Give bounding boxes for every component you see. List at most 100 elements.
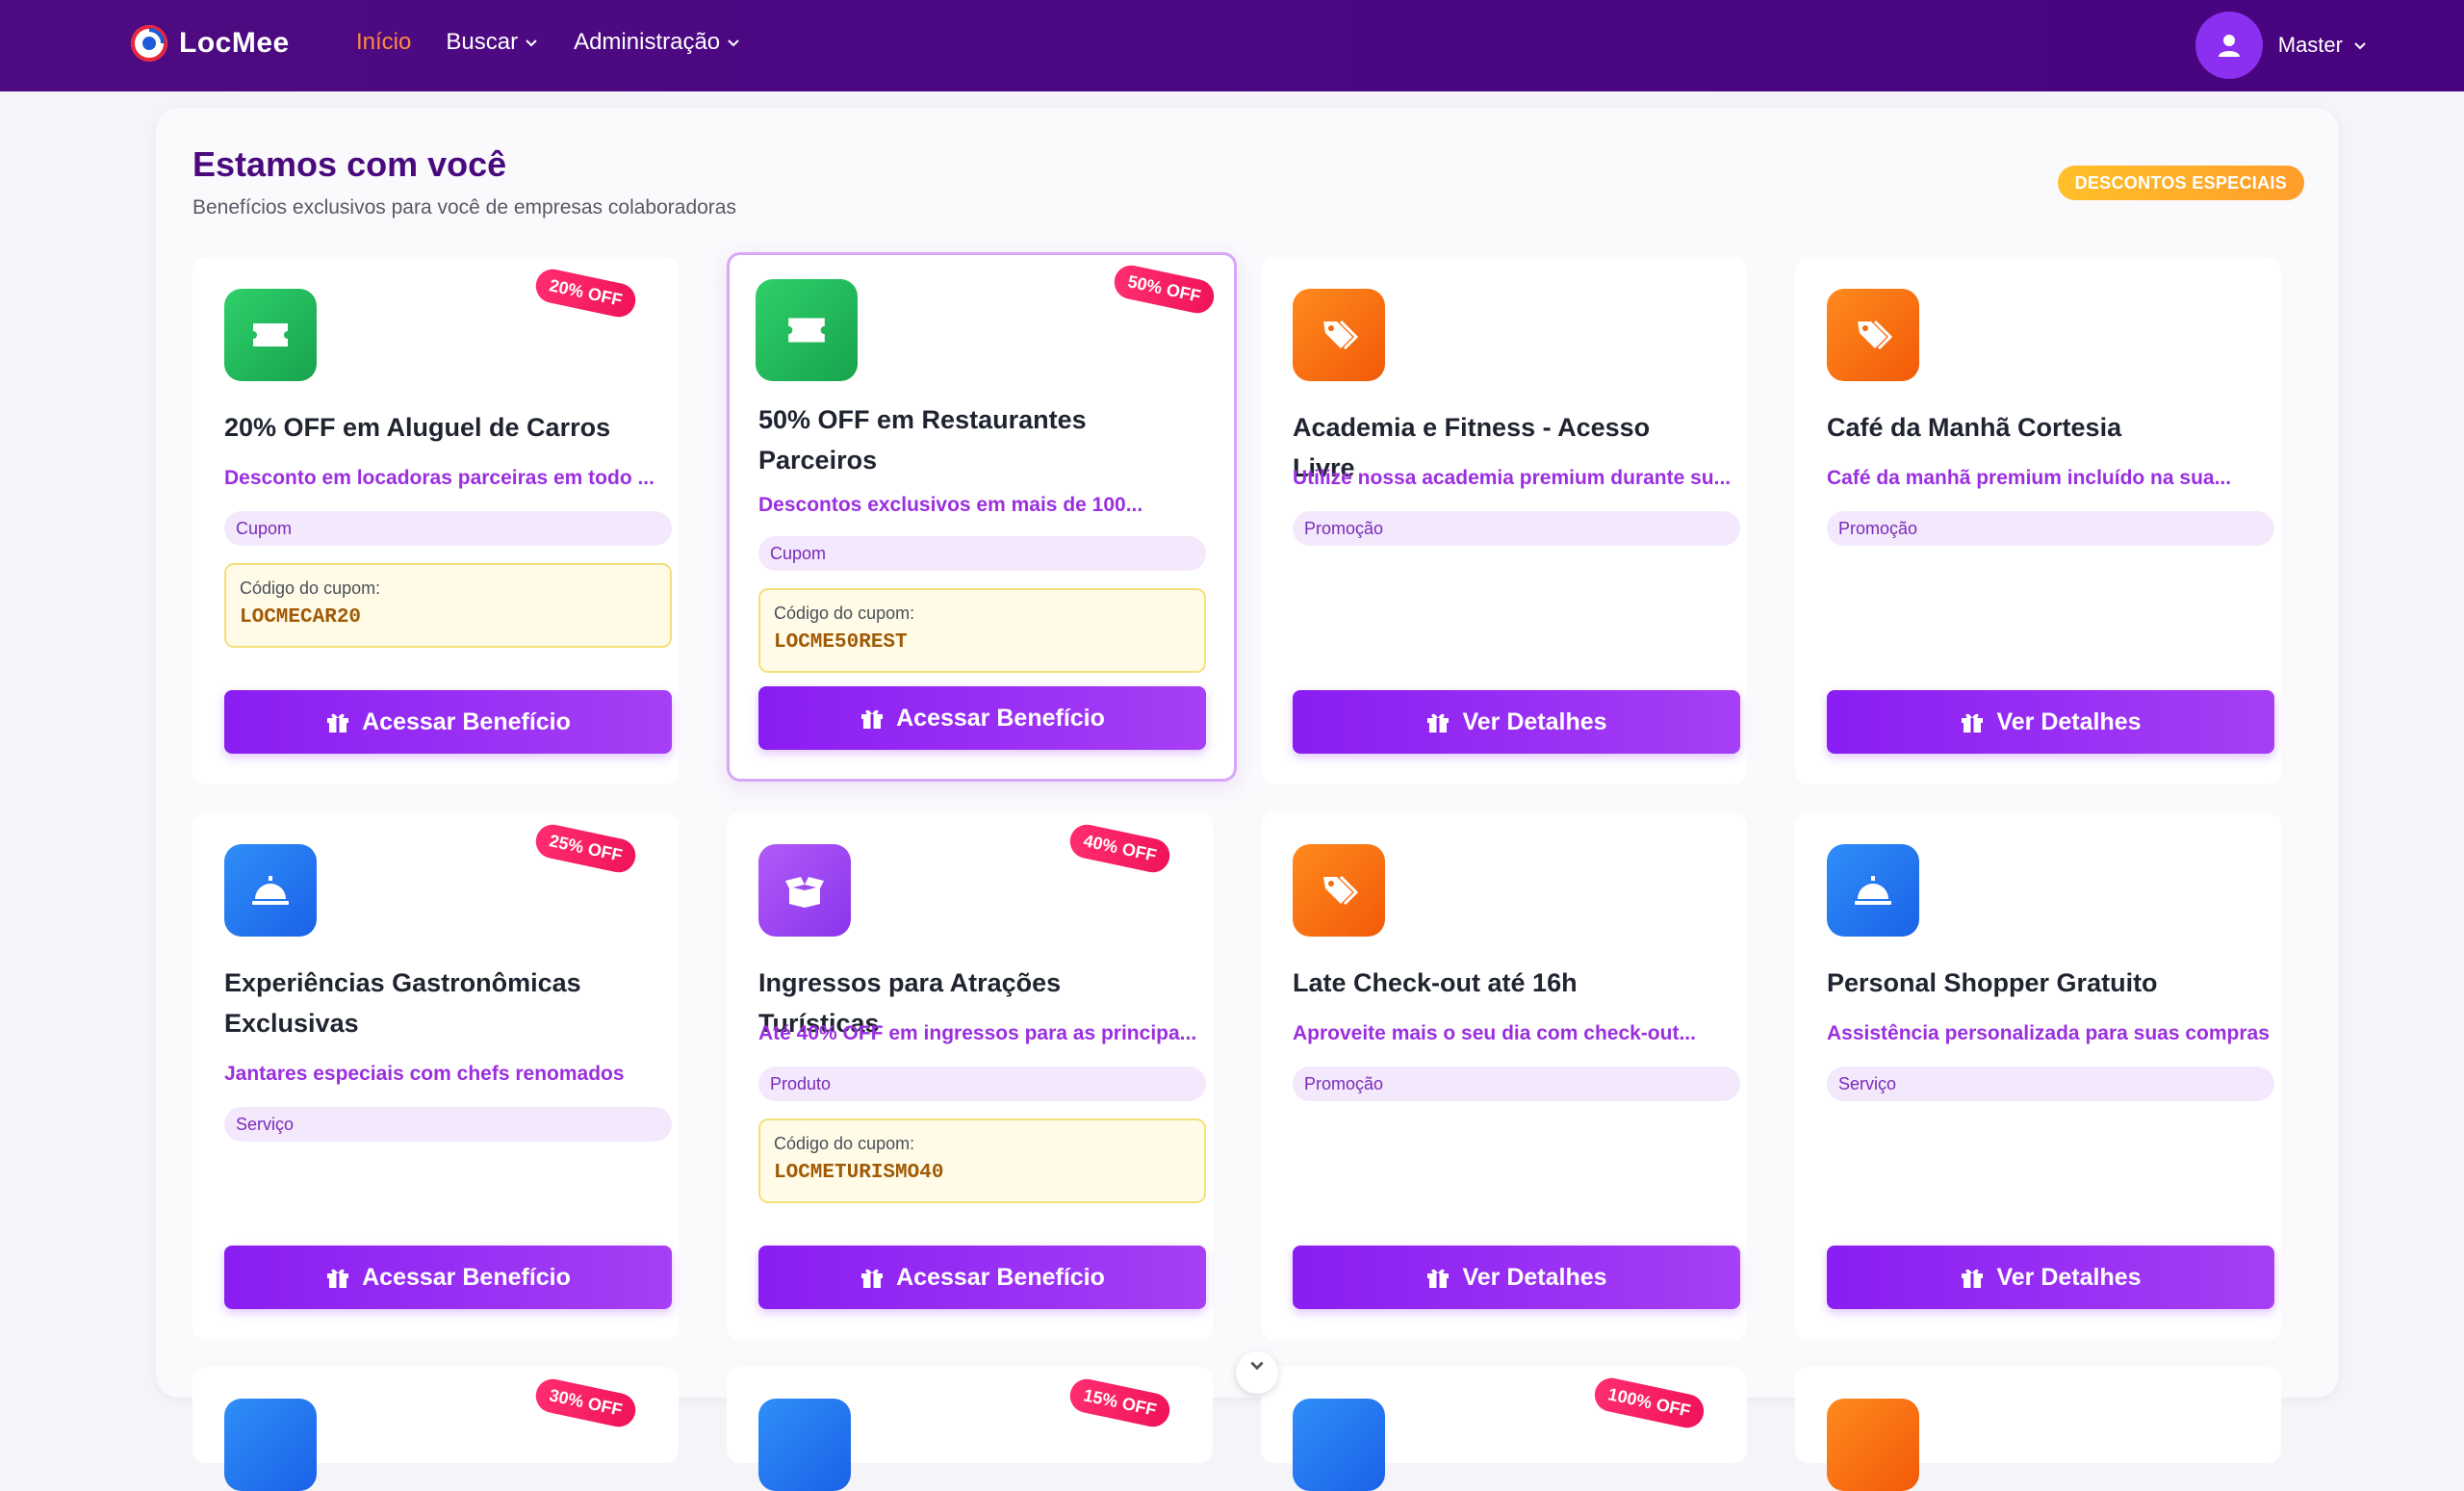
- page-subtitle: Benefícios exclusivos para você de empre…: [192, 196, 736, 219]
- discount-badge: 15% OFF: [1066, 1375, 1173, 1430]
- button-label: Ver Detalhes: [1462, 1263, 1607, 1291]
- discount-badge: 30% OFF: [532, 1375, 639, 1430]
- benefit-card: [1795, 1367, 2281, 1491]
- benefit-card-featured: 50% OFF 50% OFF em Restaurantes Parceiro…: [727, 252, 1237, 782]
- access-benefit-button[interactable]: Acessar Benefício: [224, 690, 672, 754]
- benefit-icon: [1827, 1399, 1919, 1491]
- chevron-down-icon: [728, 39, 739, 47]
- coupon-box: Código do cupom: LOCMECAR20: [224, 563, 672, 648]
- discount-badge: 25% OFF: [532, 821, 639, 876]
- top-navbar: LocMee Início Buscar Administração Maste…: [0, 0, 2464, 91]
- nav-item-buscar[interactable]: Buscar: [446, 29, 539, 56]
- button-label: Ver Detalhes: [1996, 1263, 2142, 1291]
- gift-icon: [1962, 1269, 1984, 1288]
- benefit-card: 40% OFF Ingressos para Atrações Turístic…: [727, 812, 1213, 1340]
- scroll-down-button[interactable]: [1236, 1351, 1278, 1394]
- special-discounts-badge: DESCONTOS ESPECIAIS: [2057, 166, 2304, 200]
- button-label: Acessar Benefício: [362, 707, 571, 735]
- card-title: Café da Manhã Cortesia: [1827, 413, 2122, 442]
- category-tag: Cupom: [224, 511, 672, 546]
- nav-item-inicio[interactable]: Início: [356, 29, 411, 56]
- coupon-label: Código do cupom:: [240, 578, 381, 598]
- gift-icon: [1962, 713, 1984, 733]
- coupon-box: Código do cupom: LOCME50REST: [758, 588, 1206, 673]
- view-details-button[interactable]: Ver Detalhes: [1293, 690, 1740, 754]
- concierge-bell-icon: [1827, 844, 1919, 937]
- gift-icon: [327, 713, 349, 733]
- benefits-panel: Estamos com você Benefícios exclusivos p…: [156, 108, 2339, 1491]
- benefit-icon: [1293, 1399, 1385, 1491]
- card-title: Experiências Gastronômicas Exclusivas: [224, 968, 581, 1038]
- benefit-card: Café da Manhã Cortesia Café da manhã pre…: [1795, 257, 2281, 784]
- gift-icon: [1427, 1269, 1450, 1288]
- category-tag: Promoção: [1827, 511, 2274, 546]
- gift-icon: [861, 709, 884, 729]
- category-tag: Promoção: [1293, 511, 1740, 546]
- user-icon: [2218, 35, 2240, 57]
- gift-icon: [1427, 713, 1450, 733]
- category-tag: Promoção: [1293, 1067, 1740, 1101]
- view-details-button[interactable]: Ver Detalhes: [1827, 690, 2274, 754]
- button-label: Acessar Benefício: [362, 1263, 571, 1291]
- brand[interactable]: LocMee: [131, 25, 290, 62]
- view-details-button[interactable]: Ver Detalhes: [1293, 1246, 1740, 1309]
- coupon-code[interactable]: LOCMETURISMO40: [774, 1162, 1191, 1184]
- card-description: Até 40% OFF em ingressos para as princip…: [758, 1022, 1197, 1044]
- discount-badge: 40% OFF: [1066, 821, 1173, 876]
- nav-item-label: Buscar: [446, 29, 519, 55]
- box-open-icon: [758, 844, 851, 937]
- button-label: Acessar Benefício: [896, 1263, 1105, 1291]
- gift-icon: [327, 1269, 349, 1288]
- access-benefit-button[interactable]: Acessar Benefício: [758, 1246, 1206, 1309]
- button-label: Ver Detalhes: [1462, 707, 1607, 735]
- user-name: Master: [2278, 33, 2368, 58]
- button-label: Ver Detalhes: [1996, 707, 2142, 735]
- page-title: Estamos com você: [192, 144, 507, 184]
- access-benefit-button[interactable]: Acessar Benefício: [758, 686, 1206, 750]
- discount-badge: 100% OFF: [1591, 1375, 1707, 1431]
- category-tag: Serviço: [224, 1107, 672, 1142]
- coupon-code[interactable]: LOCMECAR20: [240, 606, 656, 629]
- chevron-down-icon: [2354, 42, 2366, 50]
- card-description: Descontos exclusivos em mais de 100...: [758, 494, 1143, 516]
- brand-name: LocMee: [179, 27, 290, 59]
- tags-icon: [1827, 289, 1919, 381]
- benefit-card: 15% OFF: [727, 1367, 1213, 1491]
- benefit-card: Late Check-out até 16h Aproveite mais o …: [1261, 812, 1747, 1340]
- coupon-label: Código do cupom:: [774, 1134, 915, 1153]
- category-tag: Serviço: [1827, 1067, 2274, 1101]
- access-benefit-button[interactable]: Acessar Benefício: [224, 1246, 672, 1309]
- coupon-box: Código do cupom: LOCMETURISMO40: [758, 1118, 1206, 1203]
- nav-item-label: Início: [356, 29, 412, 55]
- nav-item-label: Administração: [574, 29, 721, 55]
- button-label: Acessar Benefício: [896, 704, 1105, 732]
- card-description: Desconto em locadoras parceiras em todo …: [224, 467, 654, 489]
- view-details-button[interactable]: Ver Detalhes: [1827, 1246, 2274, 1309]
- user-menu[interactable]: Master: [2194, 12, 2368, 79]
- ticket-icon: [756, 279, 858, 381]
- benefit-card: 100% OFF: [1261, 1367, 1747, 1491]
- gift-icon: [861, 1269, 884, 1288]
- main-nav: Início Buscar Administração: [356, 29, 741, 56]
- card-description: Jantares especiais com chefs renomados: [224, 1063, 625, 1085]
- card-description: Utilize nossa academia premium durante s…: [1293, 467, 1732, 489]
- chevron-down-icon: [526, 39, 537, 47]
- discount-badge: 20% OFF: [532, 266, 639, 321]
- card-title: Personal Shopper Gratuito: [1827, 968, 2158, 997]
- benefit-card: 25% OFF Experiências Gastronômicas Exclu…: [192, 812, 679, 1340]
- nav-item-administracao[interactable]: Administração: [574, 29, 741, 56]
- coupon-label: Código do cupom:: [774, 604, 915, 623]
- card-description: Aproveite mais o seu dia com check-out..…: [1293, 1022, 1696, 1044]
- benefit-card: Personal Shopper Gratuito Assistência pe…: [1795, 812, 2281, 1340]
- card-title: 20% OFF em Aluguel de Carros: [224, 413, 611, 442]
- benefit-card: 30% OFF: [192, 1367, 679, 1491]
- card-title: 50% OFF em Restaurantes Parceiros: [758, 405, 1087, 475]
- user-name-label: Master: [2277, 33, 2343, 57]
- benefit-icon: [224, 1399, 317, 1491]
- benefit-card: 20% OFF 20% OFF em Aluguel de Carros Des…: [192, 257, 679, 784]
- tags-icon: [1293, 844, 1385, 937]
- discount-badge: 50% OFF: [1111, 262, 1218, 317]
- coupon-code[interactable]: LOCME50REST: [774, 631, 1191, 654]
- category-tag: Cupom: [758, 536, 1206, 571]
- benefit-card: Academia e Fitness - Acesso Livre Utiliz…: [1261, 257, 1747, 784]
